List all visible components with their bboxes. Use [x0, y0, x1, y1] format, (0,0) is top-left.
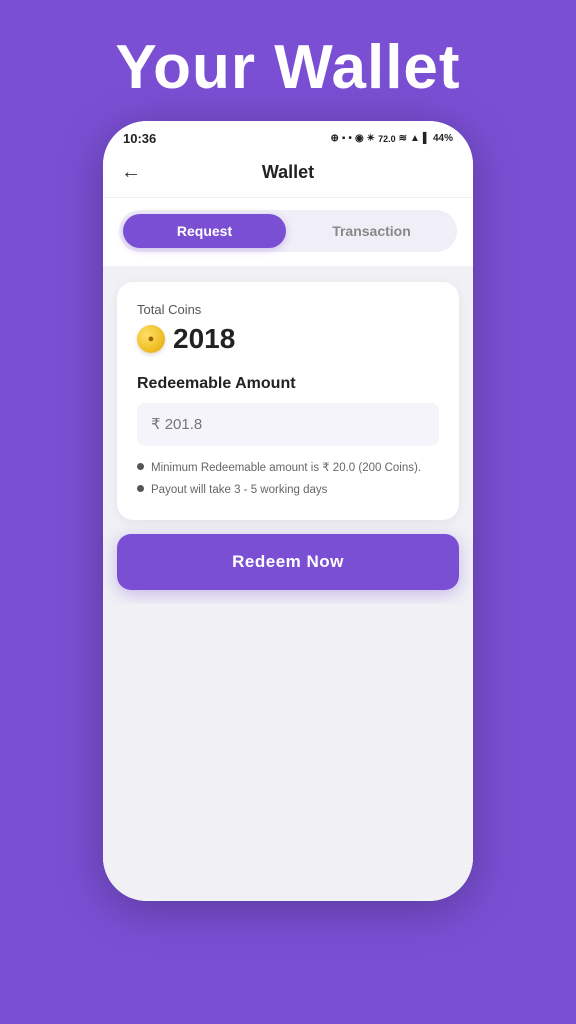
bluetooth-icon: ✴	[367, 133, 375, 144]
note-text-2: Payout will take 3 - 5 working days	[151, 482, 327, 498]
coins-value: 2018	[173, 323, 235, 355]
alarm-icon: ◉	[355, 133, 364, 144]
redeem-now-button[interactable]: Redeem Now	[117, 534, 459, 590]
battery-percent: 44%	[433, 133, 453, 144]
wifi-icon: ≋	[399, 133, 407, 144]
dot-icon: •	[348, 133, 352, 144]
status-bar: 10:36 ⊕ ▪ • ◉ ✴ 72.0 ≋ ▲ ▌ 44%	[103, 121, 473, 152]
redeemable-label: Redeemable Amount	[137, 375, 439, 393]
tab-transaction[interactable]: Transaction	[290, 214, 453, 248]
total-coins-label: Total Coins	[137, 302, 439, 317]
back-button[interactable]: ←	[121, 161, 141, 184]
signal-icon: ▲	[410, 133, 420, 144]
whatsapp-icon: ⊕	[330, 133, 338, 144]
notes-section: Minimum Redeemable amount is ₹ 20.0 (200…	[137, 460, 439, 498]
wallet-card: Total Coins ● 2018 Redeemable Amount Min…	[117, 282, 459, 520]
bullet-icon-2	[137, 485, 144, 492]
status-time: 10:36	[123, 131, 156, 146]
phone-shell: 10:36 ⊕ ▪ • ◉ ✴ 72.0 ≋ ▲ ▌ 44% ← Wallet …	[103, 121, 473, 901]
coin-icon: ●	[137, 325, 165, 353]
page-heading: Your Wallet	[0, 32, 576, 103]
status-icons: ⊕ ▪ • ◉ ✴ 72.0 ≋ ▲ ▌ 44%	[330, 133, 453, 144]
coin-symbol: ●	[148, 333, 155, 345]
coins-row: ● 2018	[137, 323, 439, 355]
tab-request[interactable]: Request	[123, 214, 286, 248]
note-item-2: Payout will take 3 - 5 working days	[137, 482, 439, 498]
bullet-icon-1	[137, 463, 144, 470]
app-header: ← Wallet	[103, 152, 473, 198]
data-speed-icon: 72.0	[378, 134, 396, 144]
battery-icon: ▌	[423, 133, 430, 144]
header-title: Wallet	[262, 162, 314, 183]
note-text-1: Minimum Redeemable amount is ₹ 20.0 (200…	[151, 460, 421, 476]
bottom-spacer	[117, 604, 459, 885]
note-item-1: Minimum Redeemable amount is ₹ 20.0 (200…	[137, 460, 439, 476]
content-area: Total Coins ● 2018 Redeemable Amount Min…	[103, 266, 473, 901]
tabs-container: Request Transaction	[103, 198, 473, 266]
tabs-wrapper: Request Transaction	[119, 210, 457, 252]
amount-input[interactable]	[137, 403, 439, 446]
lock-icon: ▪	[342, 133, 346, 144]
